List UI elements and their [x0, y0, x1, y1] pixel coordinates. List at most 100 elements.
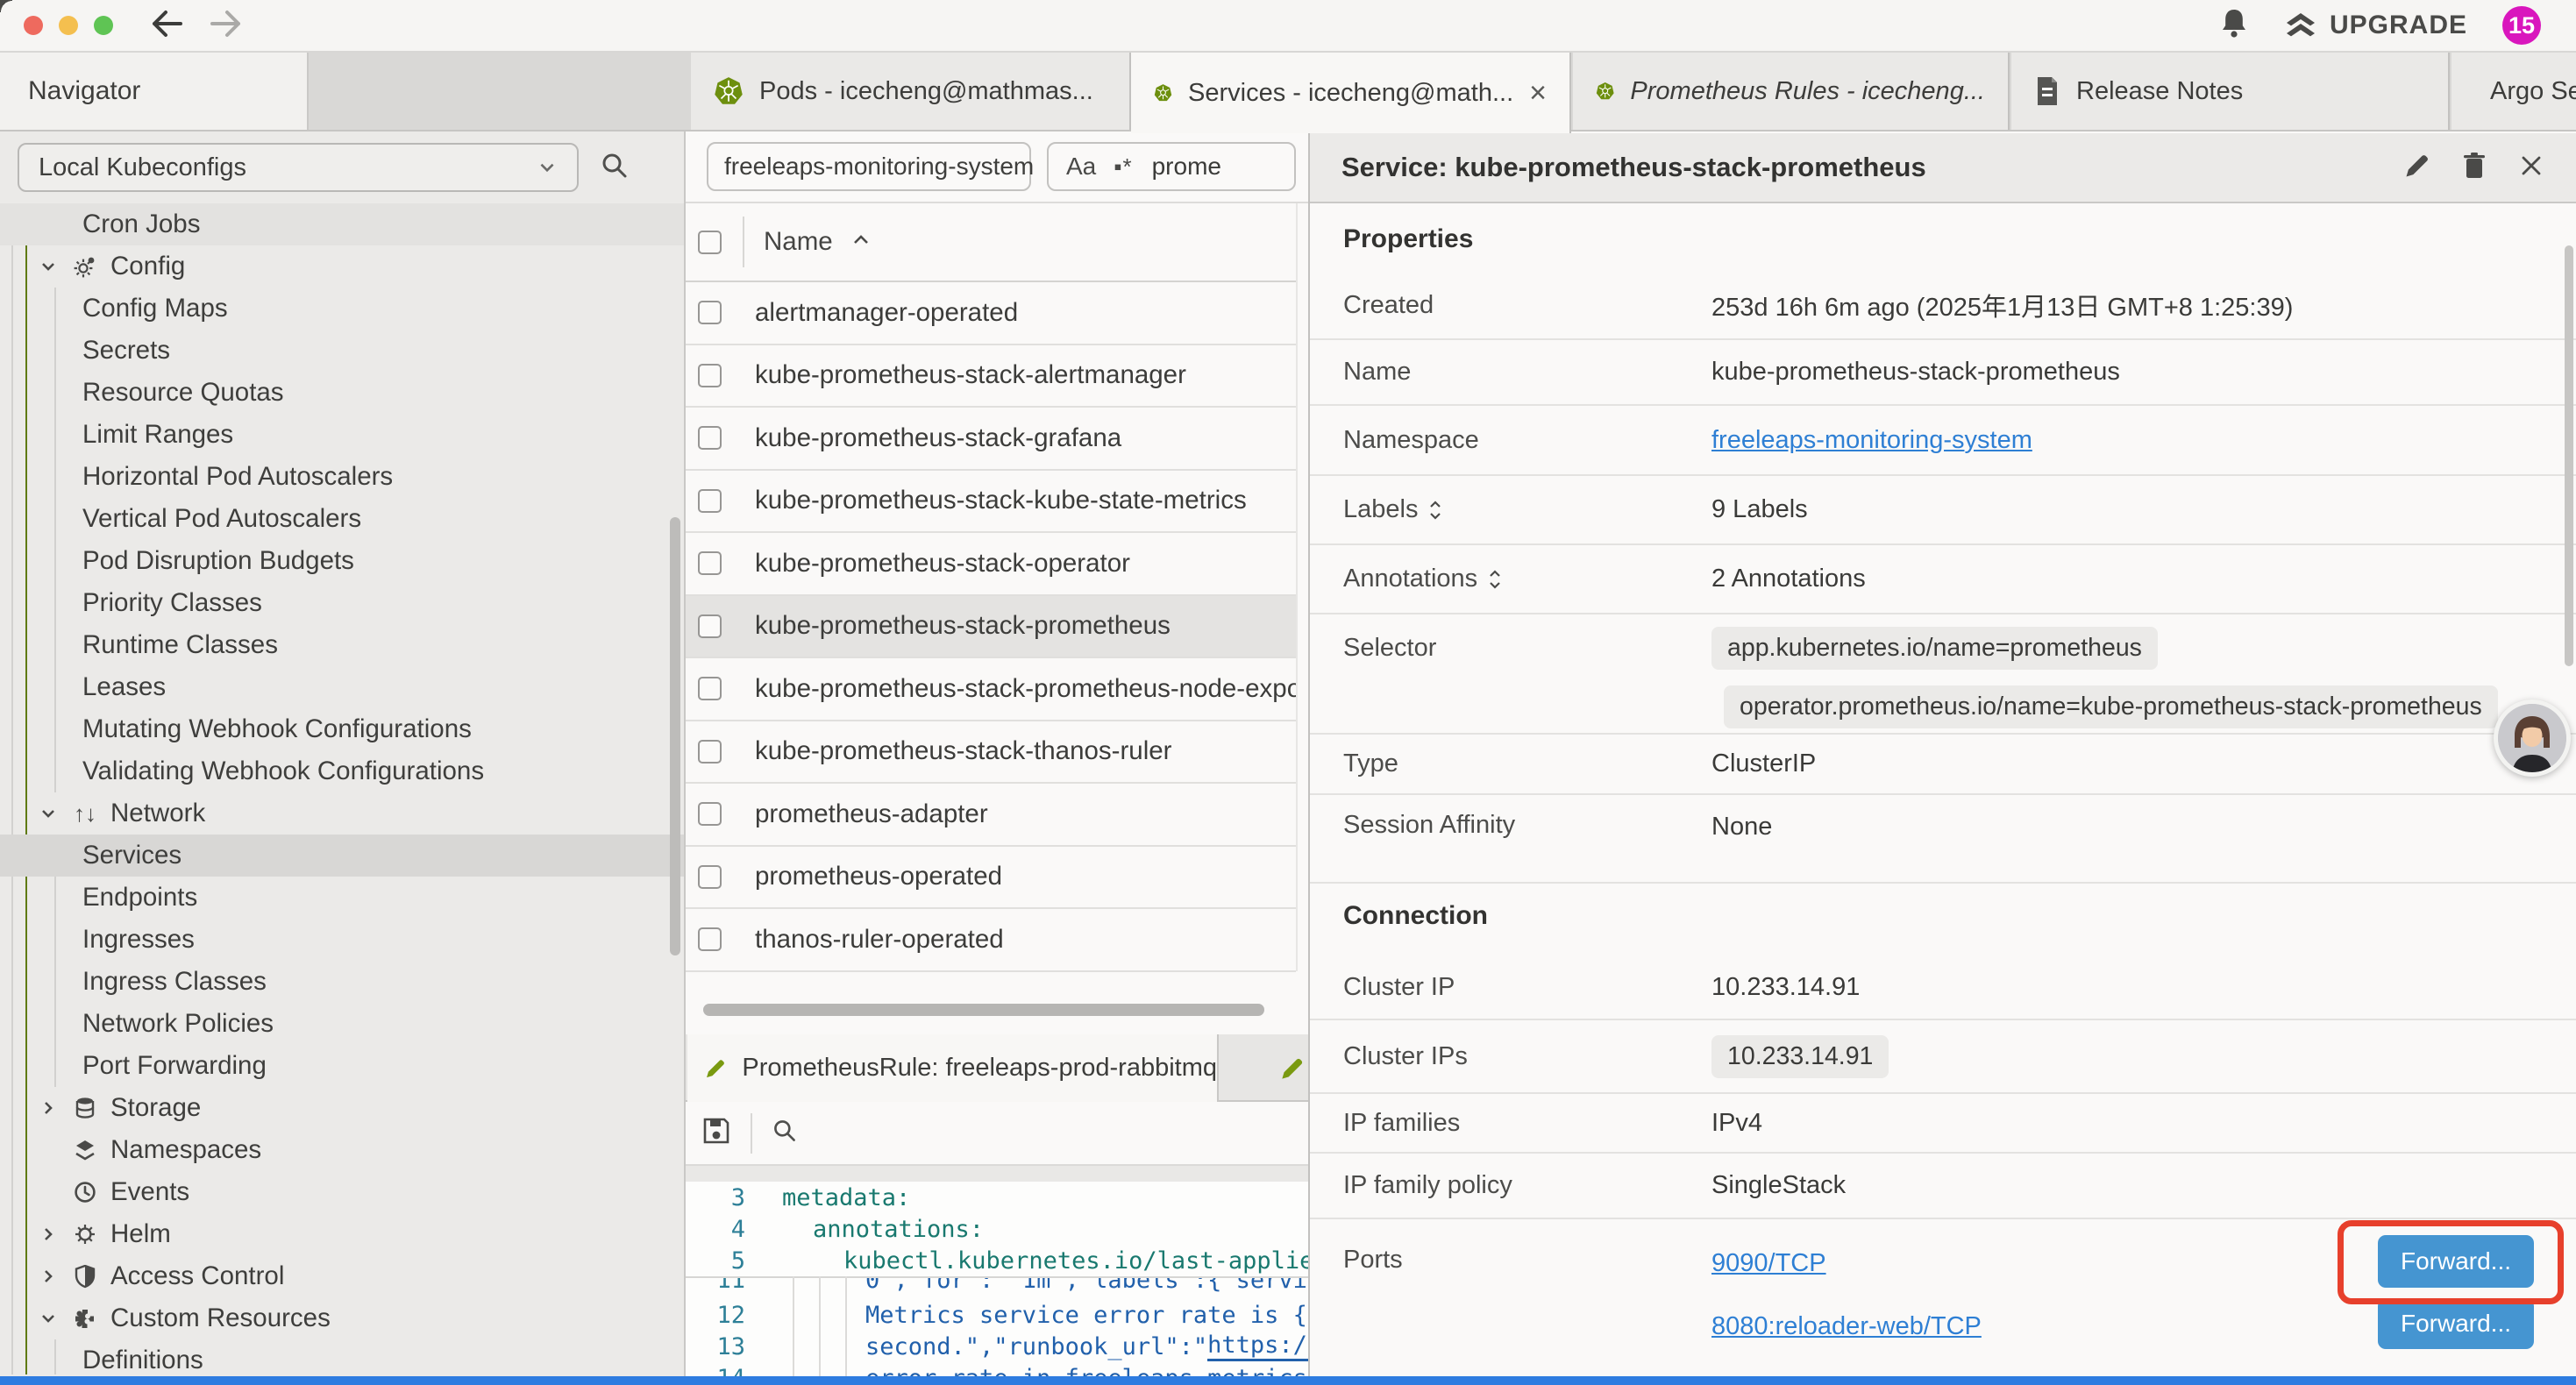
table-row[interactable]: thanos-ruler-operated	[686, 909, 1296, 972]
sidebar-item-ingresses[interactable]: Ingresses	[0, 919, 684, 961]
editor-tab-next[interactable]	[1220, 1034, 1308, 1102]
row-checkbox[interactable]	[698, 677, 722, 700]
sidebar-item-pod-disruption-budgets[interactable]: Pod Disruption Budgets	[0, 540, 684, 582]
sidebar-item-resource-quotas[interactable]: Resource Quotas	[0, 372, 684, 414]
yaml-editor[interactable]: 3metadata: 4annotations: 5kubectl.kubern…	[686, 1182, 1308, 1376]
table-row[interactable]: alertmanager-operated	[686, 282, 1296, 345]
sidebar-group-access-control[interactable]: Access Control	[0, 1255, 684, 1297]
sidebar-item-endpoints[interactable]: Endpoints	[0, 877, 684, 919]
close-tab-icon[interactable]: ×	[1529, 76, 1547, 110]
sidebar-item-horizontal-pod-autoscalers[interactable]: Horizontal Pod Autoscalers	[0, 456, 684, 498]
sidebar-item-leases[interactable]: Leases	[0, 666, 684, 708]
sidebar-item-vertical-pod-autoscalers[interactable]: Vertical Pod Autoscalers	[0, 498, 684, 540]
search-input[interactable]	[1150, 152, 1259, 181]
sidebar-item-config-maps[interactable]: Config Maps	[0, 288, 684, 330]
sidebar-item-services[interactable]: Services	[0, 835, 684, 877]
sidebar-group-custom-resources[interactable]: Custom Resources	[0, 1297, 684, 1339]
sidebar-item-runtime-classes[interactable]: Runtime Classes	[0, 624, 684, 666]
annotations-count[interactable]: 2 Annotations	[1711, 565, 1866, 593]
save-icon[interactable]	[701, 1116, 731, 1150]
row-checkbox[interactable]	[698, 489, 722, 513]
select-all-checkbox[interactable]	[698, 231, 722, 254]
table-row[interactable]: kube-prometheus-stack-grafana	[686, 408, 1296, 471]
sidebar-group-helm[interactable]: Helm	[0, 1213, 684, 1255]
table-row-selected[interactable]: kube-prometheus-stack-prometheus	[686, 596, 1296, 659]
close-panel-icon[interactable]	[2518, 153, 2544, 183]
sidebar-item-secrets[interactable]: Secrets	[0, 330, 684, 372]
horizontal-scrollbar[interactable]	[703, 1004, 1264, 1016]
table-row[interactable]: kube-prometheus-stack-operator	[686, 533, 1296, 596]
sidebar-group-network[interactable]: ↑↓ Network	[0, 792, 684, 835]
edit-icon[interactable]	[2404, 153, 2430, 183]
chevron-right-icon[interactable]	[37, 1267, 60, 1286]
match-case-toggle[interactable]: Aa	[1066, 153, 1096, 181]
upgrade-button[interactable]: UPGRADE	[2284, 11, 2467, 40]
notification-badge[interactable]: 15	[2502, 6, 2541, 45]
editor-link[interactable]: https://net	[1207, 1332, 1308, 1361]
sidebar-item-limit-ranges[interactable]: Limit Ranges	[0, 414, 684, 456]
sort-arrows-icon[interactable]	[1488, 568, 1502, 591]
sidebar-item-definitions[interactable]: Definitions	[0, 1339, 684, 1374]
back-arrow-icon[interactable]	[148, 8, 185, 44]
port-link-8080[interactable]: 8080:reloader-web/TCP	[1711, 1312, 1982, 1341]
row-checkbox[interactable]	[698, 865, 722, 889]
delete-icon[interactable]	[2462, 152, 2487, 184]
chevron-down-icon[interactable]	[37, 1309, 60, 1328]
tab-prometheus-rules[interactable]: Prometheus Rules - icecheng...	[1573, 53, 2010, 130]
sidebar-group-storage[interactable]: Storage	[0, 1087, 684, 1129]
sort-ascending-icon[interactable]	[850, 232, 872, 252]
sidebar-item-port-forwarding[interactable]: Port Forwarding	[0, 1045, 684, 1087]
sidebar-scrollbar[interactable]	[670, 517, 680, 955]
tab-services[interactable]: Services - icecheng@math... ×	[1131, 53, 1571, 133]
row-checkbox[interactable]	[698, 740, 722, 764]
sidebar-group-config[interactable]: Config	[0, 245, 684, 288]
sidebar-item-namespaces[interactable]: Namespaces	[0, 1129, 684, 1171]
bell-icon[interactable]	[2219, 7, 2249, 45]
zoom-window-button[interactable]	[94, 16, 113, 35]
row-checkbox[interactable]	[698, 301, 722, 324]
chevron-right-icon[interactable]	[37, 1225, 60, 1244]
chevron-down-icon[interactable]	[37, 804, 60, 823]
sidebar-search-icon[interactable]	[600, 151, 630, 185]
row-checkbox[interactable]	[698, 802, 722, 826]
sidebar-item-network-policies[interactable]: Network Policies	[0, 1003, 684, 1045]
row-checkbox[interactable]	[698, 614, 722, 638]
chevron-right-icon[interactable]	[37, 1098, 60, 1118]
sidebar-item-cron-jobs[interactable]: Cron Jobs	[0, 203, 684, 245]
chevron-down-icon[interactable]	[37, 257, 60, 276]
regex-toggle[interactable]: ▪*	[1114, 153, 1132, 181]
table-row[interactable]: prometheus-operated	[686, 847, 1296, 910]
list-search-box[interactable]: Aa ▪*	[1047, 142, 1296, 191]
sidebar-item-events[interactable]: Events	[0, 1171, 684, 1213]
tab-release-notes[interactable]: Release Notes	[2011, 53, 2450, 130]
minimize-window-button[interactable]	[59, 16, 78, 35]
close-window-button[interactable]	[24, 16, 43, 35]
sidebar-item-mutating-webhook-configurations[interactable]: Mutating Webhook Configurations	[0, 708, 684, 750]
sort-arrows-icon[interactable]	[1428, 499, 1442, 522]
labels-count[interactable]: 9 Labels	[1711, 495, 1808, 524]
table-row[interactable]: kube-prometheus-stack-alertmanager	[686, 345, 1296, 408]
column-header-name[interactable]: Name	[764, 227, 833, 257]
sidebar-item-validating-webhook-configurations[interactable]: Validating Webhook Configurations	[0, 750, 684, 792]
row-checkbox[interactable]	[698, 927, 722, 951]
tab-argo[interactable]: Argo Se	[2451, 53, 2576, 130]
table-row[interactable]: kube-prometheus-stack-kube-state-metrics	[686, 471, 1296, 534]
navigator-tab[interactable]: Navigator	[0, 53, 309, 130]
row-checkbox[interactable]	[698, 426, 722, 450]
forward-arrow-icon[interactable]	[208, 8, 245, 44]
port-link-9090[interactable]: 9090/TCP	[1711, 1249, 1826, 1278]
namespace-link[interactable]: freeleaps-monitoring-system	[1711, 426, 2032, 455]
avatar[interactable]	[2494, 700, 2571, 777]
table-row[interactable]: kube-prometheus-stack-prometheus-node-ex…	[686, 658, 1296, 721]
table-row[interactable]: prometheus-adapter	[686, 784, 1296, 847]
row-checkbox[interactable]	[698, 364, 722, 387]
sidebar-item-ingress-classes[interactable]: Ingress Classes	[0, 961, 684, 1003]
editor-tab-prometheusrule[interactable]: PrometheusRule: freeleaps-prod-rabbitmq	[687, 1034, 1219, 1102]
table-row[interactable]: kube-prometheus-stack-thanos-ruler	[686, 721, 1296, 785]
sidebar-item-priority-classes[interactable]: Priority Classes	[0, 582, 684, 624]
row-checkbox[interactable]	[698, 551, 722, 575]
kubeconfig-selector[interactable]: Local Kubeconfigs	[18, 143, 579, 192]
table-scrollbar-track[interactable]	[1296, 203, 1298, 971]
forward-button-8080[interactable]: Forward...	[2378, 1298, 2534, 1349]
editor-search-icon[interactable]	[772, 1118, 798, 1148]
